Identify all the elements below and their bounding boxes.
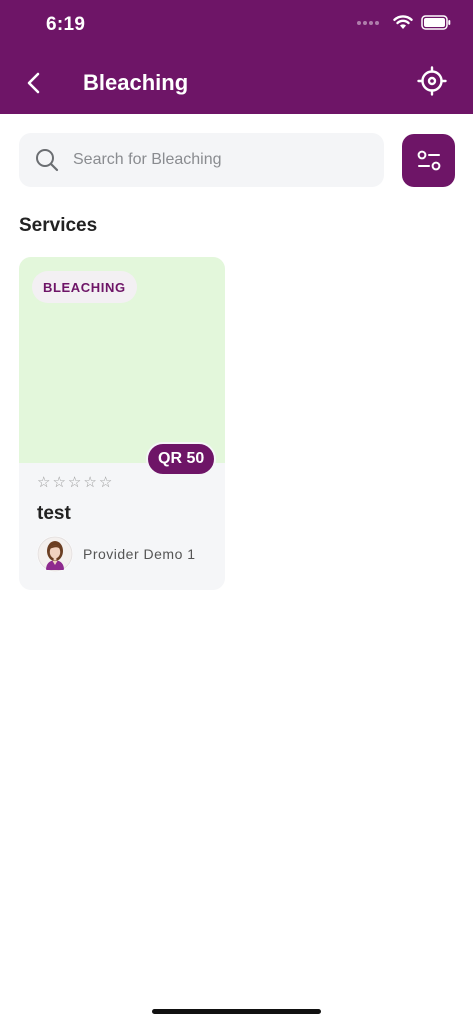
crosshair-location-icon <box>417 66 447 96</box>
home-indicator <box>152 1009 321 1014</box>
search-input[interactable] <box>73 151 353 169</box>
star-icon: ☆ <box>52 474 66 491</box>
provider-avatar <box>37 536 73 572</box>
locate-button[interactable] <box>417 66 447 96</box>
wifi-icon <box>393 15 413 29</box>
page-title: Bleaching <box>83 70 189 95</box>
search-bar[interactable] <box>19 133 384 187</box>
status-icons <box>357 15 451 30</box>
price-badge: QR 50 <box>146 442 217 476</box>
star-icon: ☆ <box>67 474 82 491</box>
filter-button[interactable] <box>402 134 455 187</box>
service-card[interactable]: BLEACHING QR 50 ☆ ☆ ☆ ☆ ☆ test Provider … <box>19 257 225 590</box>
star-icon: ☆ <box>83 474 97 491</box>
provider-name: Provider Demo 1 <box>83 546 196 562</box>
chevron-left-icon <box>27 72 40 94</box>
status-time: 6:19 <box>46 14 86 35</box>
section-title: Services <box>19 215 98 236</box>
battery-icon <box>421 15 451 30</box>
cellular-signal-icon <box>357 20 379 25</box>
app-header: 6:19 Bleaching <box>0 0 473 114</box>
rating-stars: ☆ ☆ ☆ ☆ ☆ <box>37 475 112 491</box>
back-button[interactable] <box>20 68 48 98</box>
service-title: test <box>37 503 71 524</box>
category-badge: BLEACHING <box>32 271 137 303</box>
star-icon: ☆ <box>37 474 51 491</box>
sliders-filter-icon <box>417 150 440 170</box>
star-icon: ☆ <box>98 474 113 491</box>
provider-info: Provider Demo 1 <box>37 536 196 572</box>
search-icon <box>36 149 59 172</box>
